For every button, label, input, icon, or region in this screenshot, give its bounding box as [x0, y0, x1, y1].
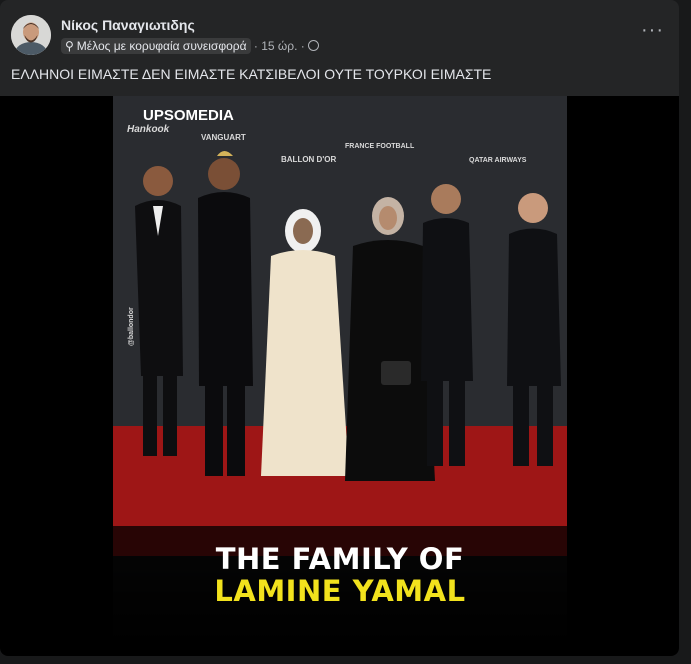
- author-name[interactable]: Νίκος Παναγιωτιδης: [61, 17, 195, 33]
- headline-line-1: THE FAMILY OF: [215, 542, 465, 576]
- backdrop-france-football: FRANCE FOOTBALL: [345, 143, 415, 150]
- backdrop-ballondor: BALLON D'OR: [281, 155, 336, 164]
- post-time[interactable]: · 15 ώρ. ·: [254, 39, 305, 53]
- backdrop-upsomedia: UPSOMEDIA: [143, 107, 234, 124]
- globe-icon: [307, 40, 319, 51]
- backdrop-handle: @ballondor: [128, 307, 135, 346]
- family-photo: UPSOMEDIA Hankook VANGUART BALLON D'OR F…: [113, 96, 567, 656]
- post-media[interactable]: UPSOMEDIA Hankook VANGUART BALLON D'OR F…: [0, 96, 679, 656]
- more-options-button[interactable]: ···: [641, 20, 664, 40]
- post-text: ΕΛΛΗΝΟΙ ΕΙΜΑΣΤΕ ΔΕΝ ΕΙΜΑΣΤΕ ΚΑΤΣΙΒΕΛΟΙ Ο…: [11, 66, 492, 82]
- avatar-photo: [11, 15, 51, 55]
- backdrop-hankook: Hankook: [127, 124, 170, 135]
- badge-label: Μέλος με κορυφαία συνεισφορά: [76, 39, 247, 53]
- post-header: Νίκος Παναγιωτιδης ⚲ Μέλος με κορυφαία συ…: [11, 15, 671, 59]
- backdrop-qatar: QATAR AIRWAYS: [469, 157, 527, 164]
- post-card: Νίκος Παναγιωτιδης ⚲ Μέλος με κορυφαία συ…: [0, 0, 679, 656]
- post-meta: ⚲ Μέλος με κορυφαία συνεισφορά · 15 ώρ. ·: [61, 38, 319, 54]
- badge-icon: ⚲: [65, 39, 74, 53]
- backdrop-vanguart: VANGUART: [201, 133, 246, 142]
- contributor-badge[interactable]: ⚲ Μέλος με κορυφαία συνεισφορά: [61, 38, 251, 54]
- avatar[interactable]: [11, 15, 51, 55]
- headline-line-2: LAMINE YAMAL: [214, 574, 466, 608]
